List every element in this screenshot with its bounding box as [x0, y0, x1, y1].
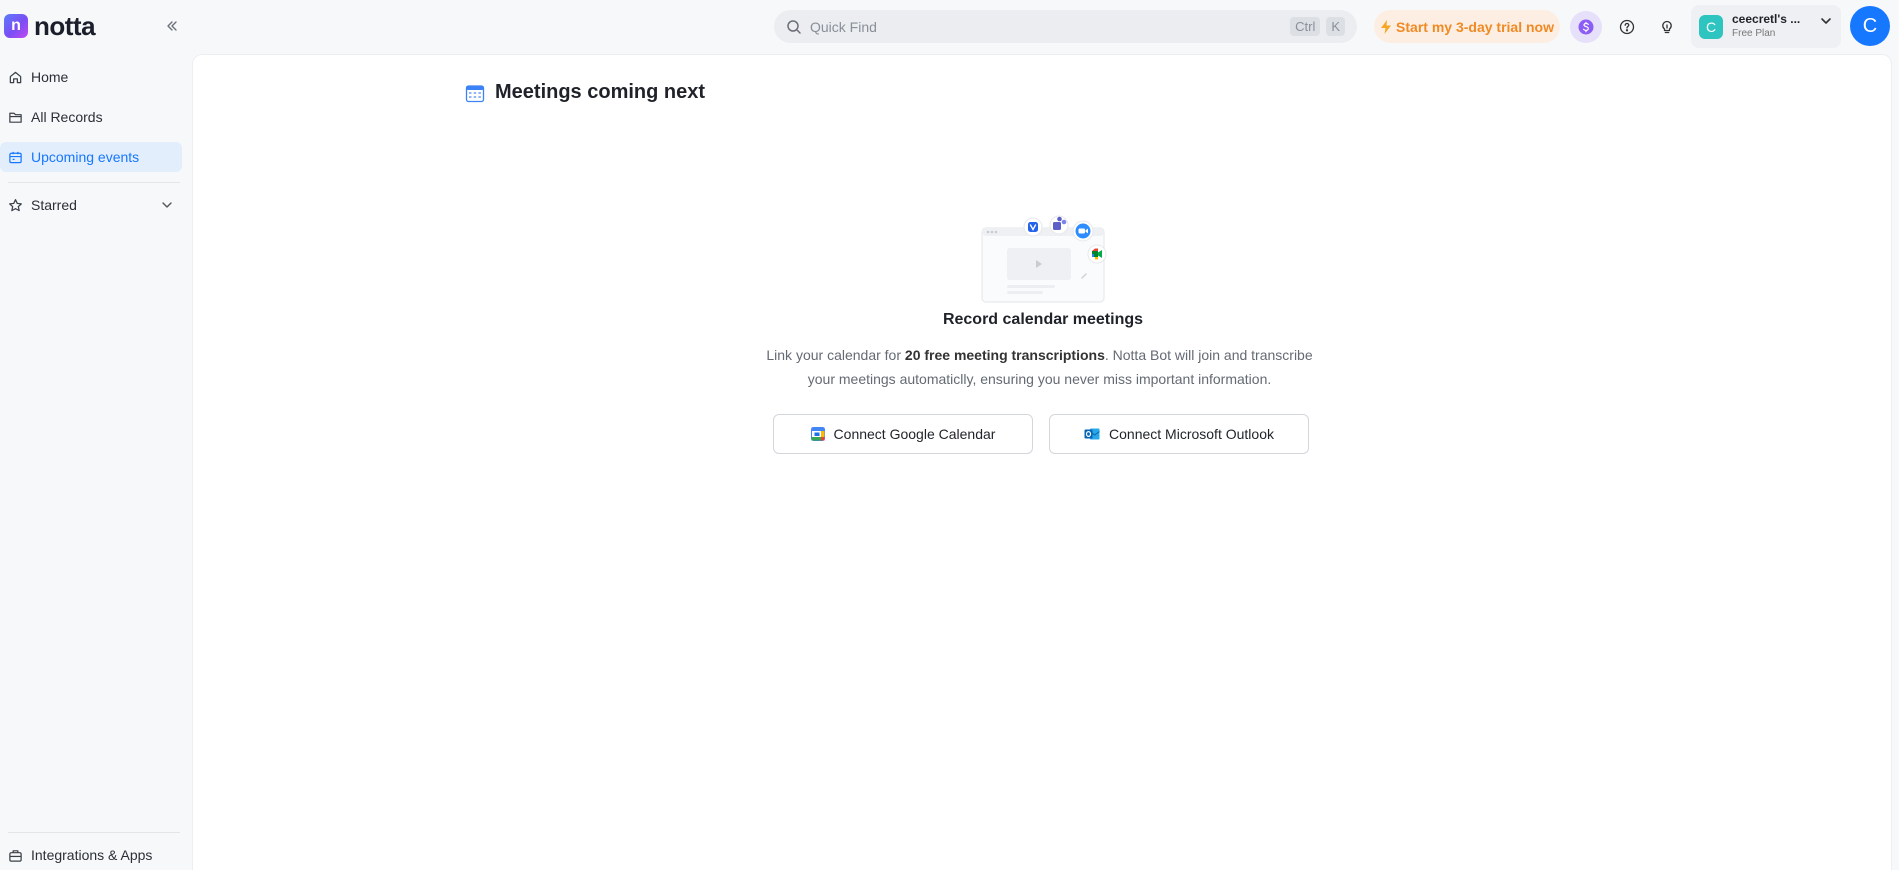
notta-logo[interactable]: n notta: [4, 11, 96, 41]
quick-find-search[interactable]: Ctrl K: [774, 10, 1357, 43]
empty-state-title: Record calendar meetings: [942, 311, 1144, 328]
sidebar-item-all-records[interactable]: All Records: [0, 102, 182, 132]
workspace-plan: Free Plan: [1732, 28, 1776, 39]
trial-label: Start my 3-day trial now: [1396, 18, 1554, 35]
connect-buttons: Connect Google Calendar Connect Microsof…: [773, 414, 1309, 454]
empty-state-description: Link your calendar for 20 free meeting t…: [757, 343, 1322, 391]
sidebar-item-label: Home: [31, 69, 69, 85]
connect-google-calendar-button[interactable]: Connect Google Calendar: [773, 414, 1033, 454]
sidebar-item-starred[interactable]: Starred: [0, 190, 182, 220]
workspace-name: ceecretl's ...: [1732, 12, 1801, 26]
workspace-switcher[interactable]: C ceecretl's ... Free Plan: [1691, 5, 1841, 48]
logo-mark-icon: n: [4, 14, 28, 38]
quick-find-input[interactable]: [810, 18, 1285, 35]
sidebar-item-upcoming-events[interactable]: Upcoming events: [0, 142, 182, 172]
calendar-icon: [8, 151, 22, 163]
home-icon: [9, 71, 21, 83]
outlook-button-label: Connect Microsoft Outlook: [1109, 426, 1274, 442]
search-icon: [787, 19, 801, 34]
main-content: Meetings coming next Record calendar mee…: [192, 54, 1892, 870]
sidebar-item-integrations[interactable]: Integrations & Apps: [0, 840, 182, 870]
sidebar-item-label: All Records: [31, 109, 103, 125]
connect-microsoft-outlook-button[interactable]: Connect Microsoft Outlook: [1049, 414, 1309, 454]
description-highlight: 20 free meeting transcriptions: [904, 347, 1105, 363]
sidebar-divider: [8, 832, 180, 833]
user-avatar[interactable]: C: [1850, 6, 1890, 46]
meeting-apps-illustration: [981, 215, 1107, 303]
lightbulb-icon: [1662, 20, 1672, 34]
page-header: Meetings coming next: [465, 81, 705, 104]
chevron-down-icon: [162, 202, 172, 208]
sidebar: Home All Records Upcoming events Starred…: [0, 52, 190, 870]
description-prefix: Link your calendar for: [766, 347, 905, 363]
logo-text: notta: [34, 11, 96, 41]
calendar-grid-icon: [465, 84, 485, 102]
tips-button[interactable]: [1651, 11, 1683, 43]
sidebar-item-label: Starred: [31, 197, 77, 213]
start-trial-button[interactable]: Start my 3-day trial now: [1374, 10, 1560, 43]
integrations-icon: [8, 849, 22, 862]
double-chevron-left-icon: [167, 21, 177, 31]
workspace-avatar: C: [1699, 14, 1723, 39]
question-circle-icon: [1619, 19, 1635, 35]
google-button-label: Connect Google Calendar: [833, 426, 996, 442]
help-button[interactable]: [1611, 11, 1643, 43]
collapse-sidebar-button[interactable]: [162, 16, 182, 36]
lightning-icon: [1381, 19, 1392, 34]
chevron-down-icon: [1821, 17, 1831, 24]
sidebar-item-home[interactable]: Home: [0, 62, 182, 92]
shortcut-key-k: K: [1326, 17, 1345, 36]
outlook-icon: [1084, 428, 1100, 440]
sidebar-item-label: Integrations & Apps: [31, 847, 153, 863]
credits-button[interactable]: [1570, 11, 1602, 43]
shortcut-key-ctrl: Ctrl: [1290, 17, 1321, 36]
sidebar-item-label: Upcoming events: [31, 149, 140, 165]
top-bar: n notta Ctrl K Start my 3-day trial now: [0, 0, 1899, 52]
sidebar-divider: [8, 182, 180, 183]
star-icon: [8, 198, 22, 211]
folder-icon: [8, 112, 22, 123]
google-calendar-icon: [810, 427, 825, 441]
page-title: Meetings coming next: [495, 81, 706, 103]
coin-icon: [1578, 19, 1594, 35]
